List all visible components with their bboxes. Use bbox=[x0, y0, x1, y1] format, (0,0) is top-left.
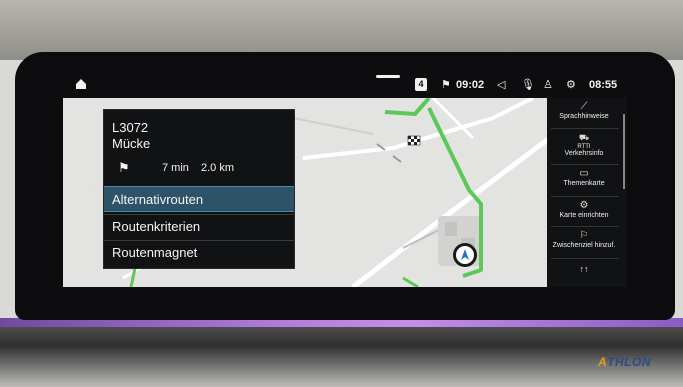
divider bbox=[551, 226, 619, 227]
route-info-panel: L3072 Mücke ⚑ 7 min 2.0 km Alternativrou… bbox=[103, 109, 295, 269]
volume-icon[interactable]: ◁ bbox=[497, 77, 505, 93]
dashboard-background bbox=[0, 0, 683, 60]
divider bbox=[551, 128, 619, 129]
route-duration: 7 min bbox=[162, 162, 189, 174]
route-distance: 2.0 km bbox=[201, 162, 235, 174]
status-bar: 4 ⚑ 09:02 ◁ 🎙 ♙ ⚙ 08:55 bbox=[63, 72, 627, 98]
destination-flag-icon bbox=[407, 135, 421, 146]
sidebar-item-label: Verkehrsinfo bbox=[564, 150, 604, 157]
checkered-flag-icon: ⚑ bbox=[118, 160, 130, 175]
microphone-icon[interactable]: 🎙 bbox=[521, 77, 535, 93]
road-name: L3072 bbox=[112, 120, 149, 135]
destination-name: Mücke bbox=[112, 136, 151, 151]
sidebar-more-icon[interactable]: ↑↑ bbox=[547, 264, 621, 274]
sidebar-scrollbar[interactable] bbox=[623, 114, 625, 189]
user-profile-icon[interactable]: ♙ bbox=[543, 77, 553, 93]
sidebar-item-voice-guidance[interactable]: ⟋ Sprachhinweise bbox=[547, 101, 621, 120]
notification-badge[interactable]: 4 bbox=[415, 78, 427, 91]
menu-route-criteria[interactable]: Routenkriterien bbox=[104, 214, 294, 240]
speaker-icon: ⟋ bbox=[580, 101, 588, 112]
menu-alternative-routes[interactable]: Alternativrouten bbox=[104, 186, 294, 212]
rtti-traffic-icon: ⛟ bbox=[578, 133, 590, 142]
eta-time: 09:02 bbox=[456, 79, 485, 91]
divider bbox=[551, 164, 619, 165]
dashboard-lower-trim bbox=[0, 318, 683, 387]
vehicle-position-icon bbox=[453, 243, 477, 267]
sidebar-item-map-settings[interactable]: ⚙ Karte einrichten bbox=[547, 200, 621, 219]
sidebar-item-add-waypoint[interactable]: ⚐ Zwischenziel hinzuf. bbox=[547, 230, 621, 249]
map-theme-icon: ▭ bbox=[579, 168, 589, 179]
clock: 08:55 bbox=[589, 79, 618, 91]
menu-route-magnet[interactable]: Routenmagnet bbox=[104, 240, 294, 266]
sidebar-item-label: Karte einrichten bbox=[559, 212, 609, 219]
sidebar-item-traffic-info[interactable]: ⛟ RTTI Verkehrsinfo bbox=[547, 132, 621, 157]
chevron-left-icon[interactable]: ‹ bbox=[91, 182, 95, 196]
drag-handle[interactable] bbox=[376, 75, 400, 78]
sidebar-item-label: Sprachhinweise bbox=[559, 113, 609, 120]
map-settings-icon: ⚙ bbox=[579, 200, 589, 211]
sidebar-item-label: Zwischenziel hinzuf. bbox=[552, 242, 616, 249]
map-options-sidebar: ⟋ Sprachhinweise ⛟ RTTI Verkehrsinfo ▭ T… bbox=[547, 98, 627, 287]
sidebar-item-theme-map[interactable]: ▭ Themenkarte bbox=[547, 168, 621, 187]
destination-flag-icon: ⚑ bbox=[441, 79, 451, 91]
divider bbox=[551, 258, 619, 259]
watermark-logo: ATHLON bbox=[598, 355, 651, 369]
home-icon[interactable] bbox=[75, 78, 87, 90]
add-waypoint-flag-icon: ⚐ bbox=[579, 230, 589, 241]
divider bbox=[551, 196, 619, 197]
connected-services-icon[interactable]: ⚙ bbox=[566, 77, 576, 93]
infotainment-screen: 4 ⚑ 09:02 ◁ 🎙 ♙ ⚙ 08:55 ‹ L3072 Mücke ⚑ … bbox=[63, 72, 627, 287]
sidebar-item-label: Themenkarte bbox=[563, 180, 605, 187]
